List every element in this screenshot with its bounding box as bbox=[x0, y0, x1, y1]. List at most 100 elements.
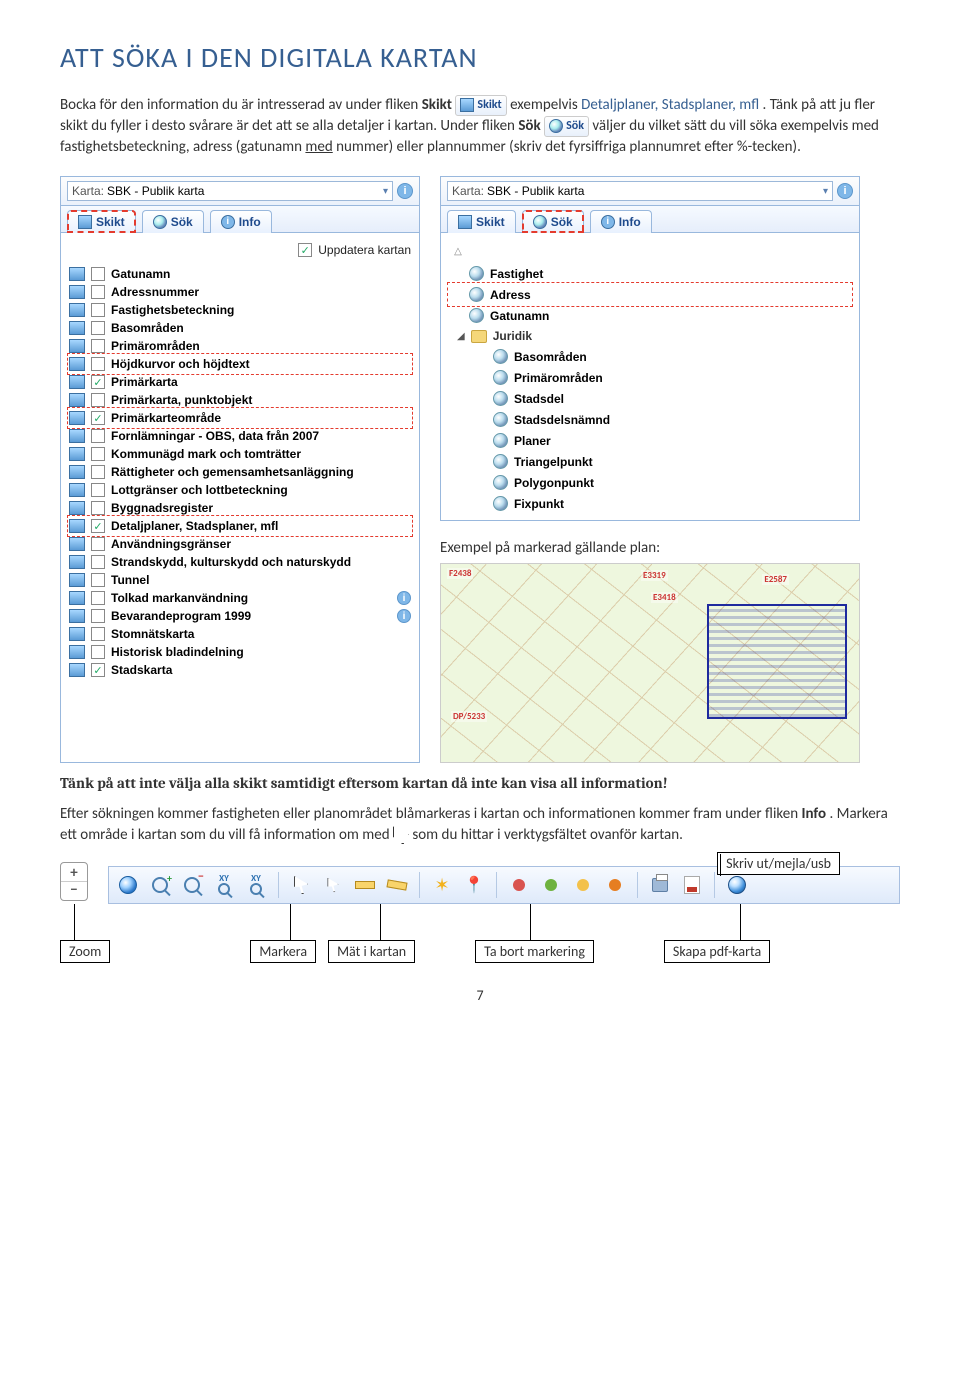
search-item[interactable]: Stadsdelsnämnd bbox=[449, 409, 851, 430]
search-item[interactable]: Fastighet bbox=[449, 263, 851, 284]
layer-checkbox[interactable] bbox=[91, 429, 105, 443]
search-item[interactable]: Adress bbox=[449, 284, 851, 305]
google-earth-button[interactable] bbox=[724, 872, 750, 898]
layer-checkbox[interactable]: ✓ bbox=[91, 375, 105, 389]
globe-button[interactable] bbox=[115, 872, 141, 898]
layer-row[interactable]: Tunnel bbox=[69, 571, 411, 589]
search-item[interactable]: Primärområden bbox=[449, 367, 851, 388]
layers-icon bbox=[69, 663, 85, 677]
layers-icon bbox=[69, 429, 85, 443]
layer-checkbox[interactable] bbox=[91, 555, 105, 569]
layer-checkbox[interactable] bbox=[91, 465, 105, 479]
layer-row[interactable]: Tolkad markanvändningi bbox=[69, 589, 411, 607]
select-tool[interactable] bbox=[288, 872, 314, 898]
info-icon[interactable]: i bbox=[837, 183, 853, 199]
update-checkbox[interactable]: ✓ bbox=[298, 243, 312, 257]
layer-row[interactable]: ✓Primärkarteområde bbox=[69, 409, 411, 427]
color-green[interactable] bbox=[538, 872, 564, 898]
tab-sok[interactable]: Sök bbox=[522, 210, 584, 233]
search-item[interactable]: Stadsdel bbox=[449, 388, 851, 409]
pdf-button[interactable] bbox=[679, 872, 705, 898]
layer-row[interactable]: Strandskydd, kulturskydd och naturskydd bbox=[69, 553, 411, 571]
layer-checkbox[interactable] bbox=[91, 357, 105, 371]
layer-row[interactable]: Höjdkurvor och höjdtext bbox=[69, 355, 411, 373]
layer-row[interactable]: Adressnummer bbox=[69, 283, 411, 301]
search-folder-juridik[interactable]: ◢ Juridik bbox=[449, 326, 851, 346]
layer-row[interactable]: Bevarandeprogram 1999i bbox=[69, 607, 411, 625]
layer-row[interactable]: ✓Detaljplaner, Stadsplaner, mfl bbox=[69, 517, 411, 535]
tab-info[interactable]: i Info bbox=[210, 210, 272, 233]
cursor-icon bbox=[327, 878, 338, 892]
zoom-in-button[interactable]: + bbox=[61, 865, 87, 882]
layer-row[interactable]: Kommunägd mark och tomträtter bbox=[69, 445, 411, 463]
layer-row[interactable]: Stomnätskarta bbox=[69, 625, 411, 643]
layer-row[interactable]: Fastighetsbeteckning bbox=[69, 301, 411, 319]
layer-row[interactable]: Rättigheter och gemensamhetsanläggning bbox=[69, 463, 411, 481]
info-icon[interactable]: i bbox=[397, 591, 411, 605]
color-orange[interactable] bbox=[602, 872, 628, 898]
search-item[interactable]: Polygonpunkt bbox=[449, 472, 851, 493]
measure-area-tool[interactable] bbox=[384, 872, 410, 898]
karta-dropdown[interactable]: Karta: SBK - Publik karta ▾ bbox=[447, 181, 833, 201]
color-yellow[interactable] bbox=[570, 872, 596, 898]
layer-checkbox[interactable] bbox=[91, 393, 105, 407]
zoom-out-tool[interactable] bbox=[179, 872, 205, 898]
layer-row[interactable]: Primärkarta, punktobjekt bbox=[69, 391, 411, 409]
search-item[interactable]: Planer bbox=[449, 430, 851, 451]
zoom-out-button[interactable]: − bbox=[61, 882, 87, 898]
layer-checkbox[interactable] bbox=[91, 267, 105, 281]
layer-checkbox[interactable] bbox=[91, 285, 105, 299]
tab-info[interactable]: i Info bbox=[590, 210, 652, 233]
karta-dropdown[interactable]: Karta: SBK - Publik karta ▾ bbox=[67, 181, 393, 201]
pin-tool[interactable]: 📍 bbox=[461, 872, 487, 898]
layer-checkbox[interactable]: ✓ bbox=[91, 411, 105, 425]
layer-row[interactable]: ✓Stadskarta bbox=[69, 661, 411, 679]
color-red[interactable] bbox=[506, 872, 532, 898]
clear-selection-tool[interactable]: ✶ bbox=[429, 872, 455, 898]
search-item[interactable]: Basområden bbox=[449, 346, 851, 367]
layer-checkbox[interactable] bbox=[91, 537, 105, 551]
layer-row[interactable]: Användningsgränser bbox=[69, 535, 411, 553]
layer-checkbox[interactable] bbox=[91, 483, 105, 497]
tab-skikt[interactable]: Skikt bbox=[67, 210, 136, 233]
layer-row[interactable]: Primärområden bbox=[69, 337, 411, 355]
layer-label: Primärkarta, punktobjekt bbox=[111, 393, 411, 407]
search-item[interactable]: Gatunamn bbox=[449, 305, 851, 326]
layer-row[interactable]: Historisk bladindelning bbox=[69, 643, 411, 661]
layer-checkbox[interactable] bbox=[91, 339, 105, 353]
layer-row[interactable]: Byggnadsregister bbox=[69, 499, 411, 517]
info-icon[interactable]: i bbox=[397, 183, 413, 199]
layer-checkbox[interactable] bbox=[91, 501, 105, 515]
layer-checkbox[interactable]: ✓ bbox=[91, 663, 105, 677]
zoom-xy-tool[interactable]: XY bbox=[211, 872, 237, 898]
layer-checkbox[interactable]: ✓ bbox=[91, 519, 105, 533]
layer-row[interactable]: Gatunamn bbox=[69, 265, 411, 283]
layer-checkbox[interactable] bbox=[91, 447, 105, 461]
layer-row[interactable]: ✓Primärkarta bbox=[69, 373, 411, 391]
zoom-in-tool[interactable] bbox=[147, 872, 173, 898]
layer-checkbox[interactable] bbox=[91, 627, 105, 641]
layer-checkbox[interactable] bbox=[91, 591, 105, 605]
zoom-xy-tool-2[interactable]: XY bbox=[243, 872, 269, 898]
layer-row[interactable]: Basområden bbox=[69, 319, 411, 337]
magnifier-icon bbox=[469, 308, 484, 323]
pin-icon: 📍 bbox=[464, 875, 484, 895]
layer-checkbox[interactable] bbox=[91, 303, 105, 317]
search-item[interactable]: Triangelpunkt bbox=[449, 451, 851, 472]
layer-row[interactable]: Fornlämningar - OBS, data från 2007 bbox=[69, 427, 411, 445]
search-item[interactable]: Fixpunkt bbox=[449, 493, 851, 514]
zoom-control[interactable]: + − bbox=[60, 862, 88, 901]
tab-skikt[interactable]: Skikt bbox=[447, 210, 516, 233]
layer-row[interactable]: Lottgränser och lottbeteckning bbox=[69, 481, 411, 499]
layer-checkbox[interactable] bbox=[91, 609, 105, 623]
info-icon[interactable]: i bbox=[397, 609, 411, 623]
collapse-icon[interactable]: △ bbox=[453, 246, 463, 257]
tab-sok[interactable]: Sök bbox=[142, 210, 204, 233]
layer-checkbox[interactable] bbox=[91, 573, 105, 587]
layer-checkbox[interactable] bbox=[91, 645, 105, 659]
print-button[interactable] bbox=[647, 872, 673, 898]
layer-checkbox[interactable] bbox=[91, 321, 105, 335]
layer-label: Stomnätskarta bbox=[111, 627, 411, 641]
select-info-tool[interactable] bbox=[320, 872, 346, 898]
measure-line-tool[interactable] bbox=[352, 872, 378, 898]
